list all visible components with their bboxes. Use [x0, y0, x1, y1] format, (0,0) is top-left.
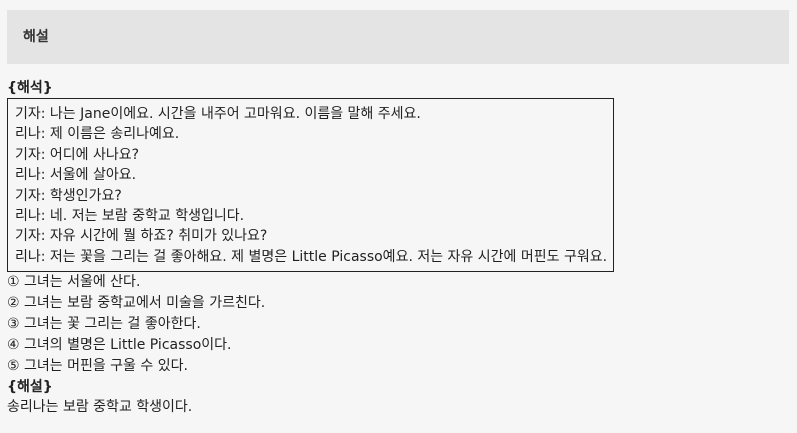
dialogue-line: 리나: 제 이름은 송리나예요. [15, 126, 180, 143]
dialogue-line: 기자: 학생인가요? [15, 187, 122, 204]
dialogue-box: 기자: 나는 Jane이에요. 시간을 내주어 고마워요. 이름을 말해 주세요… [7, 98, 615, 273]
explanation-label: {해설} [7, 379, 53, 396]
header-bar: 해설 [7, 10, 789, 64]
page: 해설 {해석} 기자: 나는 Jane이에요. 시간을 내주어 고마워요. 이름… [0, 0, 797, 433]
header-title: 해설 [23, 29, 49, 45]
dialogue-line: 기자: 나는 Jane이에요. 시간을 내주어 고마워요. 이름을 말해 주세요… [15, 106, 421, 122]
explanation-text: 송리나는 보람 중학교 학생이다. [7, 399, 193, 416]
content: {해석} 기자: 나는 Jane이에요. 시간을 내주어 고마워요. 이름을 말… [7, 78, 789, 418]
dialogue-line: 리나: 네. 저는 보람 중학교 학생입니다. [15, 208, 245, 225]
answer-option-2: ② 그녀는 보람 중학교에서 미술을 가르친다. [7, 295, 266, 312]
answer-option-4: ④ 그녀의 별명은 Little Picasso이다. [7, 337, 232, 354]
answer-option-1: ① 그녀는 서울에 산다. [7, 274, 141, 291]
dialogue-line: 기자: 자유 시간에 뭘 하죠? 취미가 있나요? [15, 228, 268, 245]
answer-option-3: ③ 그녀는 꽃 그리는 걸 좋아한다. [7, 316, 201, 333]
dialogue-line: 기자: 어디에 사나요? [15, 146, 140, 163]
answer-option-5: ⑤ 그녀는 머핀을 구울 수 있다. [7, 358, 188, 375]
answer-options: ① 그녀는 서울에 산다. ② 그녀는 보람 중학교에서 미술을 가르친다. ③… [7, 272, 789, 377]
dialogue-line: 리나: 서울에 살아요. [15, 167, 137, 184]
translation-label: {해석} [7, 80, 53, 96]
dialogue-line: 리나: 저는 꽃을 그리는 걸 좋아해요. 제 별명은 Little Picas… [15, 248, 608, 265]
